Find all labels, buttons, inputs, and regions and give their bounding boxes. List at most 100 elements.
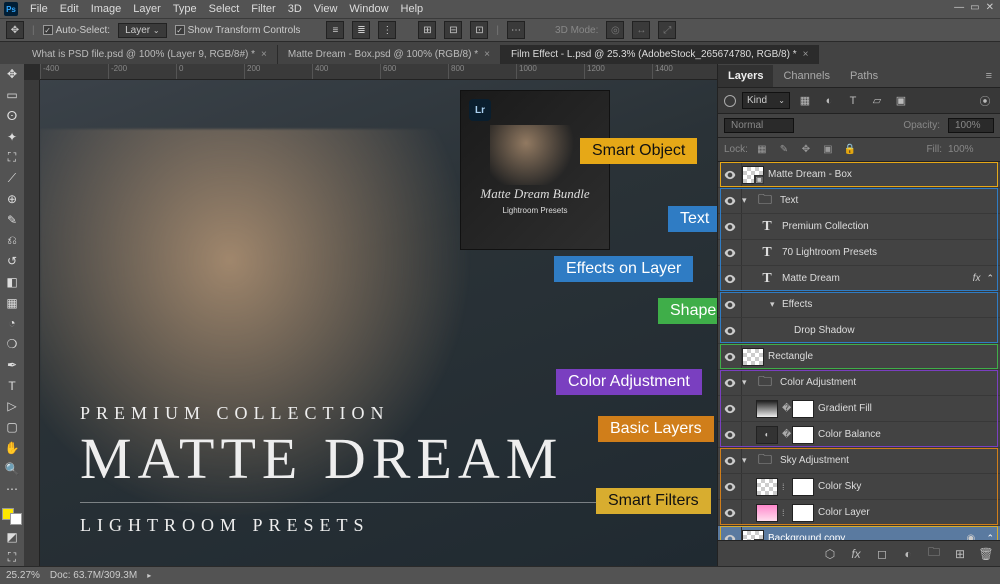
visibility-toggle[interactable]	[718, 318, 742, 343]
stamp-tool[interactable]: ⎌	[2, 232, 22, 249]
filter-toggle-icon[interactable]: ⦿	[976, 92, 994, 110]
visibility-toggle[interactable]	[718, 292, 742, 317]
visibility-toggle[interactable]	[718, 188, 742, 213]
quickmask-toggle[interactable]: ◩	[2, 529, 22, 546]
tab-paths[interactable]: Paths	[840, 65, 888, 87]
marquee-tool[interactable]: ▭	[2, 87, 22, 104]
new-layer-icon[interactable]: ⊞	[952, 546, 968, 562]
color-swatches[interactable]	[2, 508, 22, 525]
visibility-toggle[interactable]	[718, 500, 742, 525]
layer-name[interactable]: Color Sky	[818, 481, 1000, 492]
layer-mask-thumb[interactable]	[792, 426, 814, 444]
fill-input[interactable]: 100%	[948, 144, 994, 155]
filter-smartobj-icon[interactable]: ▣	[892, 92, 910, 110]
pan-icon[interactable]: ↔	[632, 21, 650, 39]
dist-icon[interactable]: ⊞	[418, 21, 436, 39]
layer-row[interactable]: ▾🗀Text	[718, 188, 1000, 214]
visibility-toggle[interactable]	[718, 396, 742, 421]
brush-tool[interactable]: ✎	[2, 211, 22, 228]
layer-mask-thumb[interactable]	[792, 400, 814, 418]
menu-file[interactable]: File	[30, 3, 48, 15]
add-mask-icon[interactable]: ◻	[874, 546, 890, 562]
menu-select[interactable]: Select	[209, 3, 240, 15]
layer-name[interactable]: Background copy	[768, 533, 966, 540]
opacity-input[interactable]: 100%	[948, 118, 994, 133]
autoselect-checkbox[interactable]: ✓Auto-Select:	[43, 25, 110, 36]
document-tab-active[interactable]: Film Effect - L.psd @ 25.3% (AdobeStock_…	[501, 45, 820, 64]
menu-window[interactable]: Window	[349, 3, 388, 15]
dist-icon[interactable]: ⊡	[470, 21, 488, 39]
layer-name[interactable]: Drop Shadow	[794, 325, 1000, 336]
tab-layers[interactable]: Layers	[718, 65, 773, 87]
canvas-area[interactable]: -400-20002004006008001000120014001600180…	[24, 64, 717, 566]
new-group-icon[interactable]: 🗀	[926, 546, 942, 562]
zoom-tool[interactable]: 🔍	[2, 460, 22, 477]
layer-name[interactable]: Premium Collection	[782, 221, 1000, 232]
layer-row[interactable]: ▣Background copy◉⌃	[718, 526, 1000, 540]
lock-artboard-icon[interactable]: ▣	[820, 142, 836, 158]
heal-tool[interactable]: ⊕	[2, 191, 22, 208]
layer-mask-thumb[interactable]	[792, 504, 814, 522]
path-tool[interactable]: ▷	[2, 398, 22, 415]
filter-kind-select[interactable]: Kind⌄	[742, 92, 790, 109]
layer-row[interactable]: Drop Shadow	[718, 318, 1000, 344]
panel-menu-icon[interactable]: ≡	[978, 70, 1000, 82]
visibility-toggle[interactable]	[718, 214, 742, 239]
layer-row[interactable]: Rectangle	[718, 344, 1000, 370]
layer-name[interactable]: Effects	[782, 299, 1000, 310]
layer-name[interactable]: Color Balance	[818, 429, 1000, 440]
disclosure-icon[interactable]: ▾	[742, 377, 752, 388]
layer-row[interactable]: ◐�⁞Color Balance	[718, 422, 1000, 448]
visibility-toggle[interactable]	[718, 422, 742, 447]
blend-mode-select[interactable]: Normal	[724, 118, 794, 133]
link-layers-icon[interactable]: ⬡	[822, 546, 838, 562]
visibility-toggle[interactable]	[718, 162, 742, 187]
layer-row[interactable]: ▾Effects	[718, 292, 1000, 318]
layer-row[interactable]: TMatte Dreamfx⌃	[718, 266, 1000, 292]
dist-icon[interactable]: ⊟	[444, 21, 462, 39]
close-tab-icon[interactable]: ×	[261, 49, 267, 60]
visibility-toggle[interactable]	[718, 370, 742, 395]
align-icon[interactable]: ⋮	[378, 21, 396, 39]
menu-view[interactable]: View	[314, 3, 338, 15]
document-tab[interactable]: What is PSD file.psd @ 100% (Layer 9, RG…	[22, 45, 278, 64]
window-restore-icon[interactable]: ▭	[970, 2, 979, 13]
window-minimize-icon[interactable]: —	[954, 2, 964, 13]
layer-name[interactable]: Gradient Fill	[818, 403, 1000, 414]
lock-position-icon[interactable]: ✥	[798, 142, 814, 158]
visibility-toggle[interactable]	[718, 448, 742, 473]
visibility-toggle[interactable]	[718, 474, 742, 499]
filter-adjustment-icon[interactable]: ◐	[820, 92, 838, 110]
layer-name[interactable]: Color Layer	[818, 507, 1000, 518]
crop-tool[interactable]: ⛶	[2, 149, 22, 166]
close-tab-icon[interactable]: ×	[484, 49, 490, 60]
menu-layer[interactable]: Layer	[133, 3, 161, 15]
visibility-toggle[interactable]	[718, 266, 742, 291]
gradient-tool[interactable]: ▦	[2, 294, 22, 311]
layer-row[interactable]: ▾🗀Sky Adjustment	[718, 448, 1000, 474]
layer-name[interactable]: Sky Adjustment	[780, 455, 1000, 466]
history-brush-tool[interactable]: ↺	[2, 253, 22, 270]
tab-channels[interactable]: Channels	[773, 65, 839, 87]
lasso-tool[interactable]: ⵙ	[2, 108, 22, 125]
layer-name[interactable]: Matte Dream	[782, 273, 973, 284]
filter-type-icon[interactable]: T	[844, 92, 862, 110]
lock-paint-icon[interactable]: ✎	[776, 142, 792, 158]
autoselect-target-select[interactable]: Layer ⌄	[118, 23, 167, 38]
eyedropper-tool[interactable]: ⟋	[2, 170, 22, 187]
misc-icon[interactable]: ⋯	[507, 21, 525, 39]
hand-tool[interactable]: ✋	[2, 440, 22, 457]
fx-disclosure-icon[interactable]: ⌃	[986, 533, 994, 540]
type-tool[interactable]: T	[2, 377, 22, 394]
fx-disclosure-icon[interactable]: ⌃	[986, 273, 994, 284]
document-tab[interactable]: Matte Dream - Box.psd @ 100% (RGB/8) *×	[278, 45, 501, 64]
status-zoom[interactable]: 25.27%	[6, 570, 40, 581]
layer-row[interactable]: TPremium Collection	[718, 214, 1000, 240]
delete-layer-icon[interactable]: 🗑	[978, 546, 994, 562]
menu-3d[interactable]: 3D	[288, 3, 302, 15]
filter-pixel-icon[interactable]: ▦	[796, 92, 814, 110]
layer-name[interactable]: Rectangle	[768, 351, 1000, 362]
layer-row[interactable]: ▣Matte Dream - Box	[718, 162, 1000, 188]
visibility-toggle[interactable]	[718, 240, 742, 265]
eraser-tool[interactable]: ◧	[2, 274, 22, 291]
